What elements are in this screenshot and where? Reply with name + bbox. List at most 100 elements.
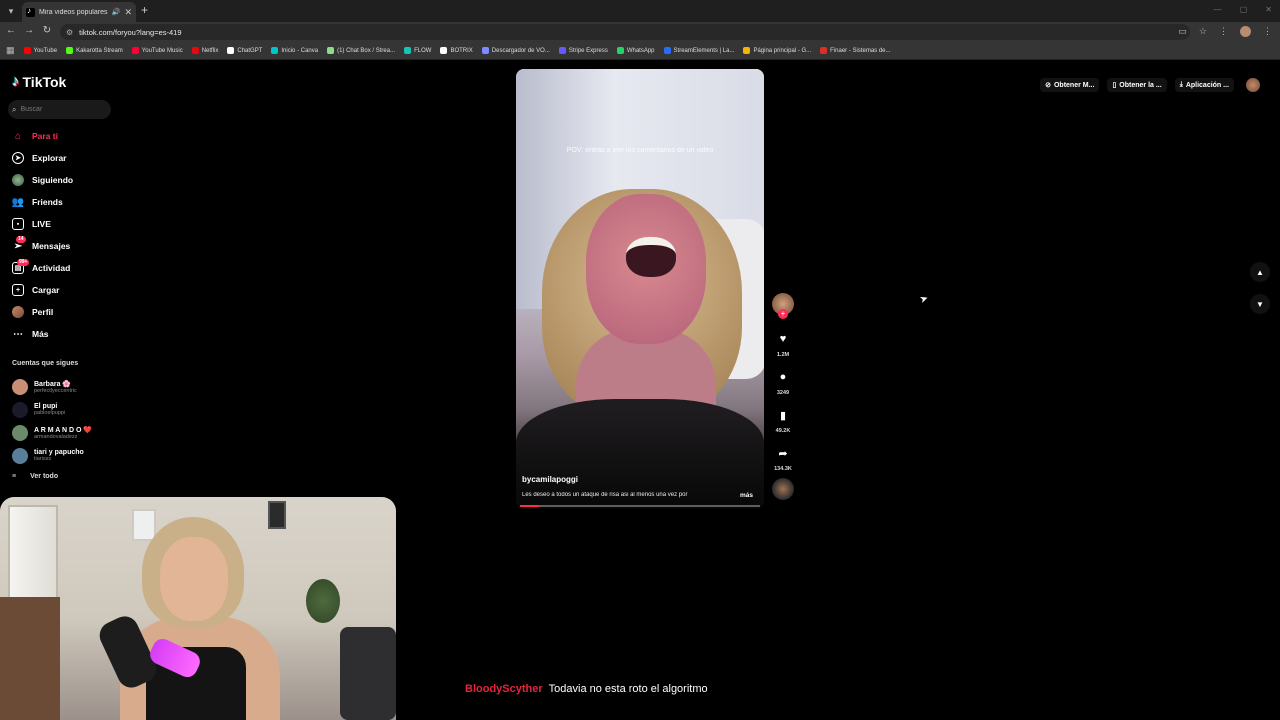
bookmark-icon[interactable]: ▮	[773, 405, 793, 425]
speaker-icon[interactable]: 🔊	[112, 8, 121, 16]
search-box[interactable]: ⌕	[8, 100, 111, 119]
button-label: Obtener M...	[1053, 81, 1095, 89]
sidebar-item-label: Explorar	[32, 153, 67, 163]
bookmark[interactable]: FLOW	[404, 47, 431, 54]
following-account[interactable]: A R M A N D O ❤️ armandovaladezz	[12, 421, 92, 444]
webcam-shelf	[0, 597, 60, 720]
following-section-title: Cuentas que sigues	[12, 360, 79, 367]
user-avatar[interactable]	[1246, 78, 1260, 92]
comment-icon[interactable]: ●	[773, 367, 793, 387]
messages-icon: ➢ 14	[13, 236, 26, 252]
sidebar-item-mensajes[interactable]: ➢ 14 Mensajes	[12, 235, 73, 257]
close-tab-icon[interactable]: ✕	[124, 7, 132, 18]
bookmark[interactable]: Stripe Express	[558, 47, 608, 54]
browser-tab[interactable]: Mira videos populares sele 🔊 ✕	[22, 2, 136, 22]
bookmark[interactable]: BOTRIX	[440, 47, 473, 54]
sidebar-nav: ⌂ Para ti ➤ Explorar Siguiendo 👥 Friends…	[12, 125, 73, 345]
sidebar-item-cargar[interactable]: + Cargar	[12, 279, 73, 301]
avatar	[12, 401, 28, 418]
sidebar-item-para-ti[interactable]: ⌂ Para ti	[12, 125, 73, 147]
account-handle: tiarisss	[34, 456, 52, 462]
sidebar-item-friends[interactable]: 👥 Friends	[12, 191, 73, 213]
extensions-icon[interactable]: ⋮	[1219, 26, 1228, 37]
search-icon[interactable]: ⌕	[12, 105, 16, 115]
music-disc-icon[interactable]	[772, 478, 794, 500]
bookmark[interactable]: Página principal - G...	[743, 47, 811, 54]
video-progress-bar[interactable]	[520, 505, 760, 507]
desktop-app-button[interactable]: ⤓ Aplicación ...	[1174, 78, 1234, 92]
new-tab-icon[interactable]: +	[141, 3, 148, 17]
share-action[interactable]: ➦ 134.3K	[773, 443, 793, 473]
account-name: A R M A N D O ❤️	[34, 426, 93, 434]
list-icon: ≡	[12, 473, 17, 480]
video-actions: + ♥ 1.2M ● 3249 ▮ 49.2K ➦ 134.3K	[771, 293, 795, 500]
account-handle: perfectlyeccentric	[34, 387, 77, 394]
search-input[interactable]	[20, 106, 101, 113]
previous-video-button[interactable]: ▲	[1250, 262, 1270, 282]
video-player[interactable]: POV: entras a leer los comentarios de un…	[516, 69, 764, 509]
video-username[interactable]: bycamilapoggi	[522, 475, 578, 484]
get-app-button[interactable]: ▯ Obtener la ...	[1107, 78, 1167, 92]
sidebar-item-siguiendo[interactable]: Siguiendo	[12, 169, 73, 191]
bookmark[interactable]: WhatsApp	[616, 47, 655, 54]
streamer-webcam	[0, 497, 396, 720]
apps-icon[interactable]: ▦	[6, 45, 15, 56]
upload-icon: +	[12, 284, 24, 296]
phone-icon: ▯	[1112, 82, 1117, 89]
minimize-icon[interactable]: —	[1214, 5, 1222, 14]
forward-icon[interactable]: →	[22, 25, 36, 36]
webcam-picture-frame	[132, 509, 156, 541]
bookmark[interactable]: YouTube Music	[131, 47, 183, 54]
sidebar-item-actividad[interactable]: ▤ 99+ Actividad	[12, 257, 73, 279]
url-text[interactable]: tiktok.com/foryou?lang=es-419	[79, 28, 181, 37]
sidebar-item-explorar[interactable]: ➤ Explorar	[12, 147, 73, 169]
save-action[interactable]: ▮ 49.2K	[773, 405, 793, 435]
next-video-button[interactable]: ▼	[1250, 294, 1270, 314]
url-field[interactable]: ⚙ tiktok.com/foryou?lang=es-419	[60, 24, 1190, 40]
like-action[interactable]: ♥ 1.2M	[773, 329, 793, 358]
activity-icon: ▤ 99+	[12, 259, 30, 274]
bookmark[interactable]: Inicio - Canva	[271, 47, 318, 54]
sidebar-item-label: Cargar	[32, 285, 60, 295]
bookmark[interactable]: Descargador de VO...	[481, 47, 550, 54]
following-account[interactable]: Barbara 🌸 perfectlyeccentric	[12, 375, 92, 398]
back-icon[interactable]: ←	[4, 25, 18, 36]
more-button[interactable]: más	[740, 492, 753, 499]
bookmark[interactable]: Kakarotta Stream	[66, 47, 123, 54]
following-account[interactable]: tiari y papucho tiarisss	[12, 444, 92, 467]
bookmark[interactable]: (1) Chat Box / Strea...	[327, 47, 395, 54]
bookmark[interactable]: Netflix	[191, 47, 218, 54]
bookmark[interactable]: Finaer - Sistemas de...	[820, 47, 891, 54]
webcam-plant	[306, 579, 340, 623]
get-coins-button[interactable]: ⊘ Obtener M...	[1040, 78, 1100, 92]
creator-avatar[interactable]: +	[772, 293, 794, 319]
like-count: 1.2M	[776, 352, 790, 358]
share-icon[interactable]: ➦	[773, 443, 793, 463]
avatar	[12, 424, 28, 441]
live-icon: ▪	[12, 218, 24, 230]
site-info-icon[interactable]: ⚙	[66, 28, 73, 37]
bookmark[interactable]: ChatGPT	[227, 47, 262, 54]
follow-plus-icon[interactable]: +	[778, 309, 788, 319]
tab-search-icon[interactable]: ▾	[4, 4, 18, 18]
maximize-icon[interactable]: ▢	[1240, 5, 1248, 14]
following-account[interactable]: El pupi pabloelpuppi	[12, 398, 92, 421]
close-window-icon[interactable]: ✕	[1265, 5, 1272, 14]
tiktok-logo[interactable]: ♪ TikTok	[12, 73, 66, 90]
comment-action[interactable]: ● 3249	[773, 367, 793, 396]
sidebar-item-live[interactable]: ▪ LIVE	[12, 213, 73, 235]
bookmark[interactable]: StreamElements | La...	[663, 47, 734, 54]
cast-icon[interactable]: ▭	[1178, 26, 1187, 37]
see-all-link[interactable]: ≡ Ver todo	[12, 473, 58, 480]
chat-text: Todavia no esta roto el algoritmo	[548, 683, 708, 695]
sidebar-item-label: Siguiendo	[32, 175, 74, 185]
sidebar-item-mas[interactable]: ⋯ Más	[12, 323, 73, 345]
chevron-down-icon: ▼	[1256, 299, 1264, 309]
heart-icon[interactable]: ♥	[773, 329, 793, 349]
menu-icon[interactable]: ⋮	[1263, 26, 1272, 37]
profile-avatar[interactable]	[1240, 26, 1251, 37]
bookmark[interactable]: YouTube	[23, 47, 57, 54]
reload-icon[interactable]: ↻	[40, 25, 54, 36]
sidebar-item-perfil[interactable]: Perfil	[12, 301, 73, 323]
bookmark-star-icon[interactable]: ☆	[1199, 26, 1207, 37]
